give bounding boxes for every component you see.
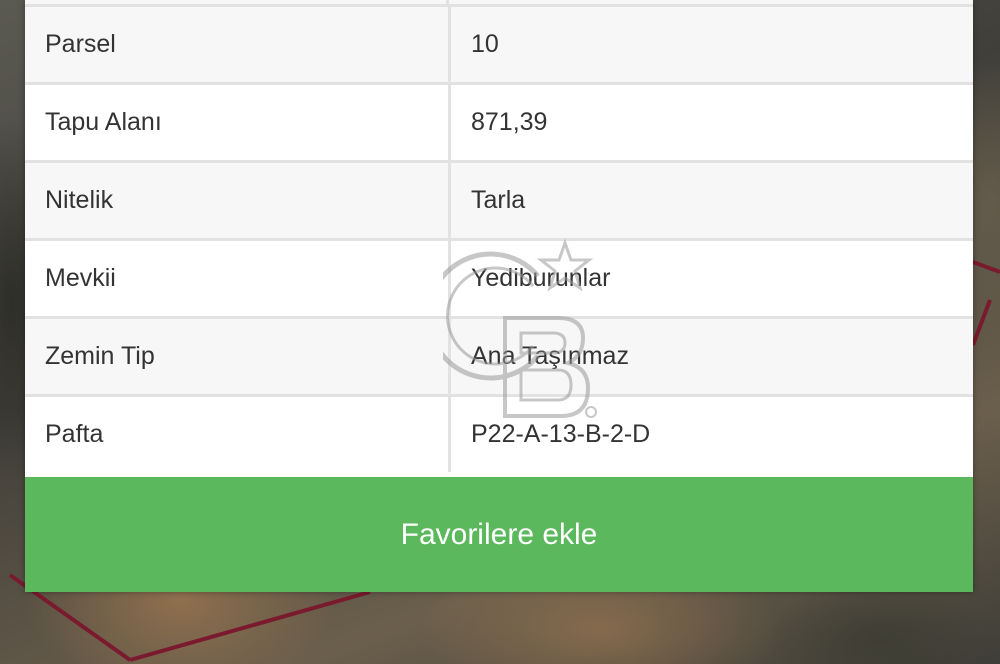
parcel-info-panel: Parsel 10 Tapu Alanı 871,39 Nitelik Tarl… — [25, 0, 973, 592]
row-value: 871,39 — [449, 82, 973, 162]
row-label: Mevkii — [25, 238, 451, 318]
row-value: Tarla — [449, 160, 973, 240]
table-row-zemin-tip: Zemin Tip Ana Taşınmaz — [25, 316, 973, 396]
parcel-info-table: Parsel 10 Tapu Alanı 871,39 Nitelik Tarl… — [25, 4, 973, 472]
row-value: Ana Taşınmaz — [449, 316, 973, 396]
table-row-pafta: Pafta P22-A-13-B-2-D — [25, 394, 973, 472]
row-label: Nitelik — [25, 160, 451, 240]
row-label: Zemin Tip — [25, 316, 451, 396]
row-label: Tapu Alanı — [25, 82, 451, 162]
parcel-boundary-line — [129, 590, 371, 662]
table-row-nitelik: Nitelik Tarla — [25, 160, 973, 240]
row-value: 10 — [449, 4, 973, 84]
row-label: Parsel — [25, 4, 451, 84]
table-row-parsel: Parsel 10 — [25, 4, 973, 84]
parcel-info-table-wrapper: Parsel 10 Tapu Alanı 871,39 Nitelik Tarl… — [25, 4, 973, 472]
row-label: Pafta — [25, 394, 451, 472]
add-to-favorites-button[interactable]: Favorilere ekle — [25, 477, 973, 592]
table-row-mevkii: Mevkii Yediburunlar — [25, 238, 973, 318]
parcel-boundary-line — [972, 260, 1000, 274]
row-value: P22-A-13-B-2-D — [449, 394, 973, 472]
parcel-boundary-line — [971, 299, 992, 346]
table-row-tapu-alani: Tapu Alanı 871,39 — [25, 82, 973, 162]
row-value: Yediburunlar — [449, 238, 973, 318]
